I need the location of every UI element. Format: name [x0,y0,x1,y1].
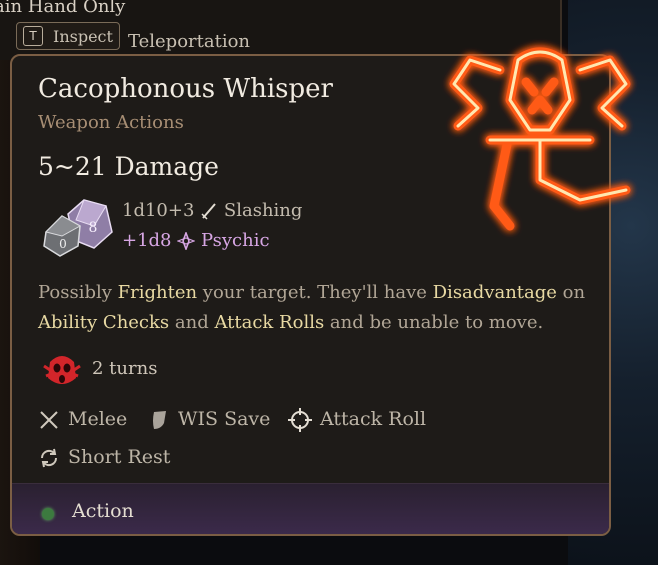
crosshair-icon [288,408,312,432]
d10-face-label: 0 [59,237,67,251]
frighten-keyword[interactable]: Frighten [118,282,197,303]
save-label: WIS Save [178,408,271,430]
attack-roll-label: Attack Roll [320,408,427,430]
cycle-arrows-icon [40,448,58,468]
ability-checks-keyword[interactable]: Ability Checks [38,312,169,333]
recharge-property: Short Rest [38,446,170,469]
cacophonous-whisper-sigil-icon [449,47,631,231]
psychic-icon [177,232,196,250]
attack-rolls-keyword[interactable]: Attack Rolls [214,312,324,333]
bonus-damage-roll: +1d8 [122,230,172,251]
shield-icon [153,411,166,429]
condition-duration: 2 turns [92,358,158,379]
primary-damage-type: Slashing [223,200,303,221]
background-item-text: ain Hand Only [0,0,126,17]
recharge-label: Short Rest [68,446,171,468]
crossed-swords-icon [40,411,58,429]
disadvantage-keyword[interactable]: Disadvantage [433,282,557,303]
d8-face-label: 8 [89,220,98,236]
frightened-skull-icon[interactable] [42,352,82,388]
bonus-damage-line: +1d8 Psychic [122,230,270,251]
dice-d10-d8-icon: 8 0 [43,199,113,257]
inspect-label: Inspect [53,27,113,46]
attack-roll-property: Attack Roll [288,408,426,432]
range-label: Melee [68,408,128,430]
action-description: Possibly Frighten your target. They'll h… [38,282,586,333]
inspect-key-badge: T [23,26,43,46]
background-teleportation-label: Teleportation [128,31,251,52]
action-dot-icon [42,508,54,520]
primary-damage-line: 1d10+3 Slashing [122,200,302,221]
save-property: WIS Save [148,408,270,431]
damage-range: 5~21 Damage [38,152,219,181]
primary-damage-roll: 1d10+3 [122,200,195,221]
range-property: Melee [38,408,127,431]
bonus-damage-type: Psychic [200,230,270,251]
tooltip-subtitle: Weapon Actions [38,112,184,133]
sword-icon [201,203,216,220]
tooltip-title: Cacophonous Whisper [38,74,333,104]
inspect-button[interactable]: T Inspect [16,22,120,50]
action-cost-label: Action [72,500,134,522]
